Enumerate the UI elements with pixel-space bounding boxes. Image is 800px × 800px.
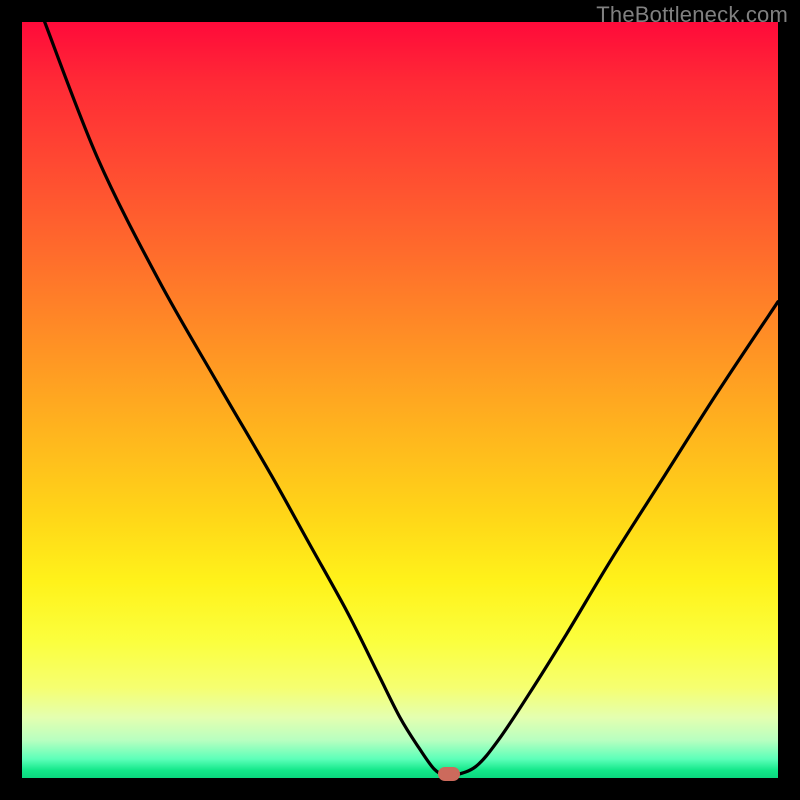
chart-frame: TheBottleneck.com [0,0,800,800]
watermark-text: TheBottleneck.com [596,2,788,28]
bottleneck-curve [22,22,778,778]
optimal-marker [438,767,460,781]
plot-area [22,22,778,778]
